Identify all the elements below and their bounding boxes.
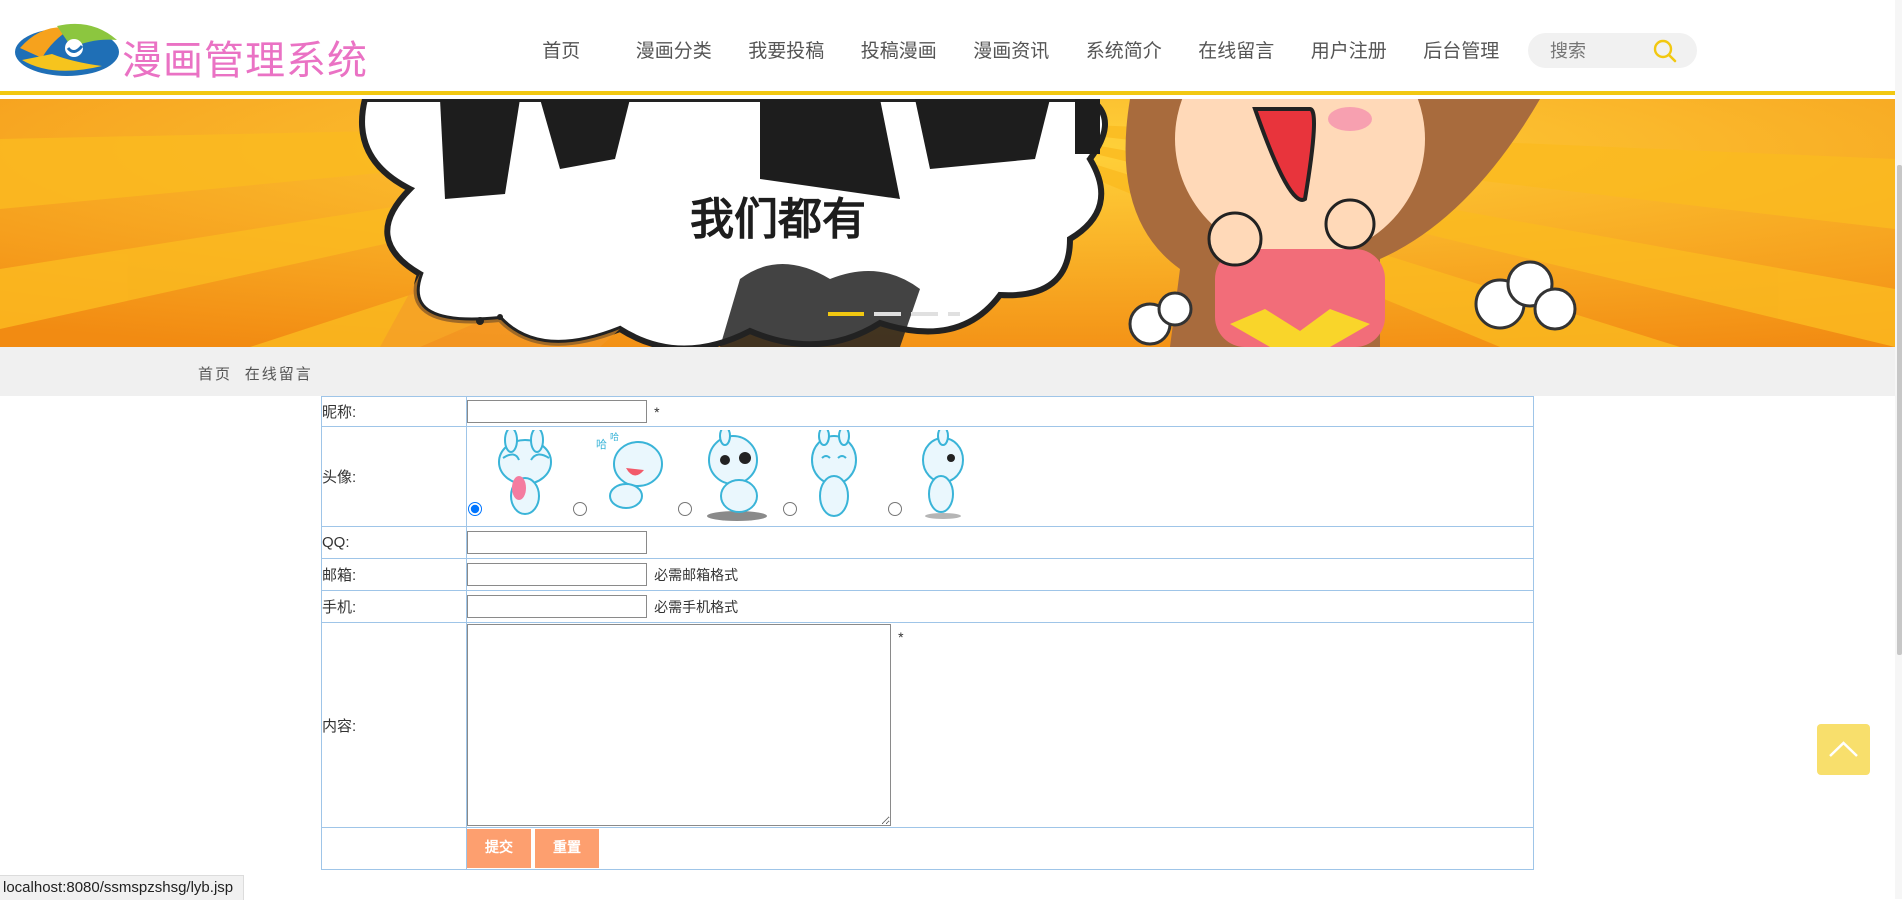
avatar-option-5 — [887, 428, 987, 525]
avatar-option-3 — [677, 428, 777, 525]
avatar-image-3[interactable] — [695, 430, 777, 522]
nav-comic-category[interactable]: 漫画分类 — [618, 38, 731, 68]
actions-label-cell — [321, 827, 467, 870]
status-bar-url: localhost:8080/ssmspzshsg/lyb.jsp — [0, 875, 245, 900]
row-avatar: 头像: 哈 哈 — [321, 426, 1534, 527]
site-title: 漫画管理系统 — [122, 38, 368, 84]
nav-user-register[interactable]: 用户注册 — [1293, 38, 1406, 68]
back-to-top-button[interactable] — [1817, 724, 1870, 775]
nickname-input[interactable] — [467, 400, 647, 423]
avatar-image-2[interactable]: 哈 哈 — [590, 430, 672, 522]
email-format-hint: 必需邮箱格式 — [654, 566, 739, 583]
breadcrumb-home[interactable]: 首页 — [198, 365, 232, 383]
nav-admin[interactable]: 后台管理 — [1405, 38, 1518, 68]
nickname-label: 昵称: — [321, 396, 467, 427]
submit-button[interactable]: 提交 — [467, 829, 531, 868]
avatar-radio-4[interactable] — [783, 502, 797, 516]
row-phone: 手机: 必需手机格式 — [321, 590, 1534, 623]
email-input[interactable] — [467, 563, 647, 586]
phone-label: 手机: — [321, 590, 467, 623]
search-box — [1528, 33, 1697, 68]
breadcrumb-bar: 首页 在线留言 — [0, 347, 1895, 396]
content-textarea[interactable] — [467, 624, 891, 826]
svg-text:哈: 哈 — [610, 431, 619, 443]
content-label: 内容: — [321, 622, 467, 828]
row-actions: 提交 重置 — [321, 827, 1534, 870]
scrollbar-thumb[interactable] — [1897, 165, 1902, 655]
email-label: 邮箱: — [321, 558, 467, 591]
row-email: 邮箱: 必需邮箱格式 — [321, 558, 1534, 591]
chevron-up-icon — [1829, 741, 1858, 757]
avatar-radio-2[interactable] — [573, 502, 587, 516]
nav-home[interactable]: 首页 — [505, 38, 618, 68]
avatar-image-4[interactable] — [800, 430, 882, 522]
search-input[interactable] — [1548, 39, 1652, 63]
avatar-options: 哈 哈 — [467, 428, 1533, 525]
avatar-option-2: 哈 哈 — [572, 428, 672, 525]
avatar-option-4 — [782, 428, 882, 525]
hero-banner[interactable]: 我们都有 — [0, 99, 1895, 347]
banner-dot-2[interactable] — [874, 312, 901, 316]
avatar-image-1[interactable] — [485, 430, 567, 522]
row-content: 内容: * — [321, 622, 1534, 828]
main-nav: 首页 漫画分类 我要投稿 投稿漫画 漫画资讯 系统简介 在线留言 用户注册 后台… — [505, 38, 1518, 68]
phone-format-hint: 必需手机格式 — [654, 598, 739, 615]
banner-image: 我们都有 — [0, 99, 1895, 347]
reset-button[interactable]: 重置 — [535, 829, 599, 868]
banner-dot-4[interactable] — [948, 312, 960, 316]
nav-submitted-comics[interactable]: 投稿漫画 — [843, 38, 956, 68]
breadcrumb: 首页 在线留言 — [198, 363, 319, 384]
site-logo[interactable] — [12, 18, 122, 80]
svg-text:哈: 哈 — [596, 438, 607, 451]
nickname-required-mark: * — [654, 403, 660, 420]
avatar-image-5[interactable] — [905, 430, 987, 522]
avatar-radio-5[interactable] — [888, 502, 902, 516]
nav-online-message[interactable]: 在线留言 — [1180, 38, 1293, 68]
phone-input[interactable] — [467, 595, 647, 618]
page-scrollbar[interactable] — [1895, 0, 1902, 899]
banner-text: 我们都有 — [690, 194, 866, 245]
avatar-option-1 — [467, 428, 567, 525]
content-required-mark: * — [898, 629, 904, 645]
nav-submit[interactable]: 我要投稿 — [730, 38, 843, 68]
breadcrumb-current[interactable]: 在线留言 — [245, 365, 313, 383]
nav-system-intro[interactable]: 系统简介 — [1068, 38, 1181, 68]
avatar-label: 头像: — [321, 426, 467, 527]
qq-input[interactable] — [467, 531, 647, 554]
banner-pagination — [828, 312, 960, 318]
nav-comic-news[interactable]: 漫画资讯 — [955, 38, 1068, 68]
banner-dot-1[interactable] — [828, 312, 864, 316]
site-header: 漫画管理系统 首页 漫画分类 我要投稿 投稿漫画 漫画资讯 系统简介 在线留言 … — [0, 0, 1902, 95]
avatar-radio-1[interactable] — [468, 502, 482, 516]
message-form: 昵称: * 头像: 哈 哈 QQ: 邮箱: 必需邮箱格式 手机: 必需手机格式 … — [321, 396, 1534, 870]
banner-dot-3[interactable] — [911, 312, 938, 316]
search-icon[interactable] — [1652, 38, 1678, 64]
row-nickname: 昵称: * — [321, 396, 1534, 427]
avatar-radio-3[interactable] — [678, 502, 692, 516]
qq-label: QQ: — [321, 526, 467, 559]
row-qq: QQ: — [321, 526, 1534, 559]
